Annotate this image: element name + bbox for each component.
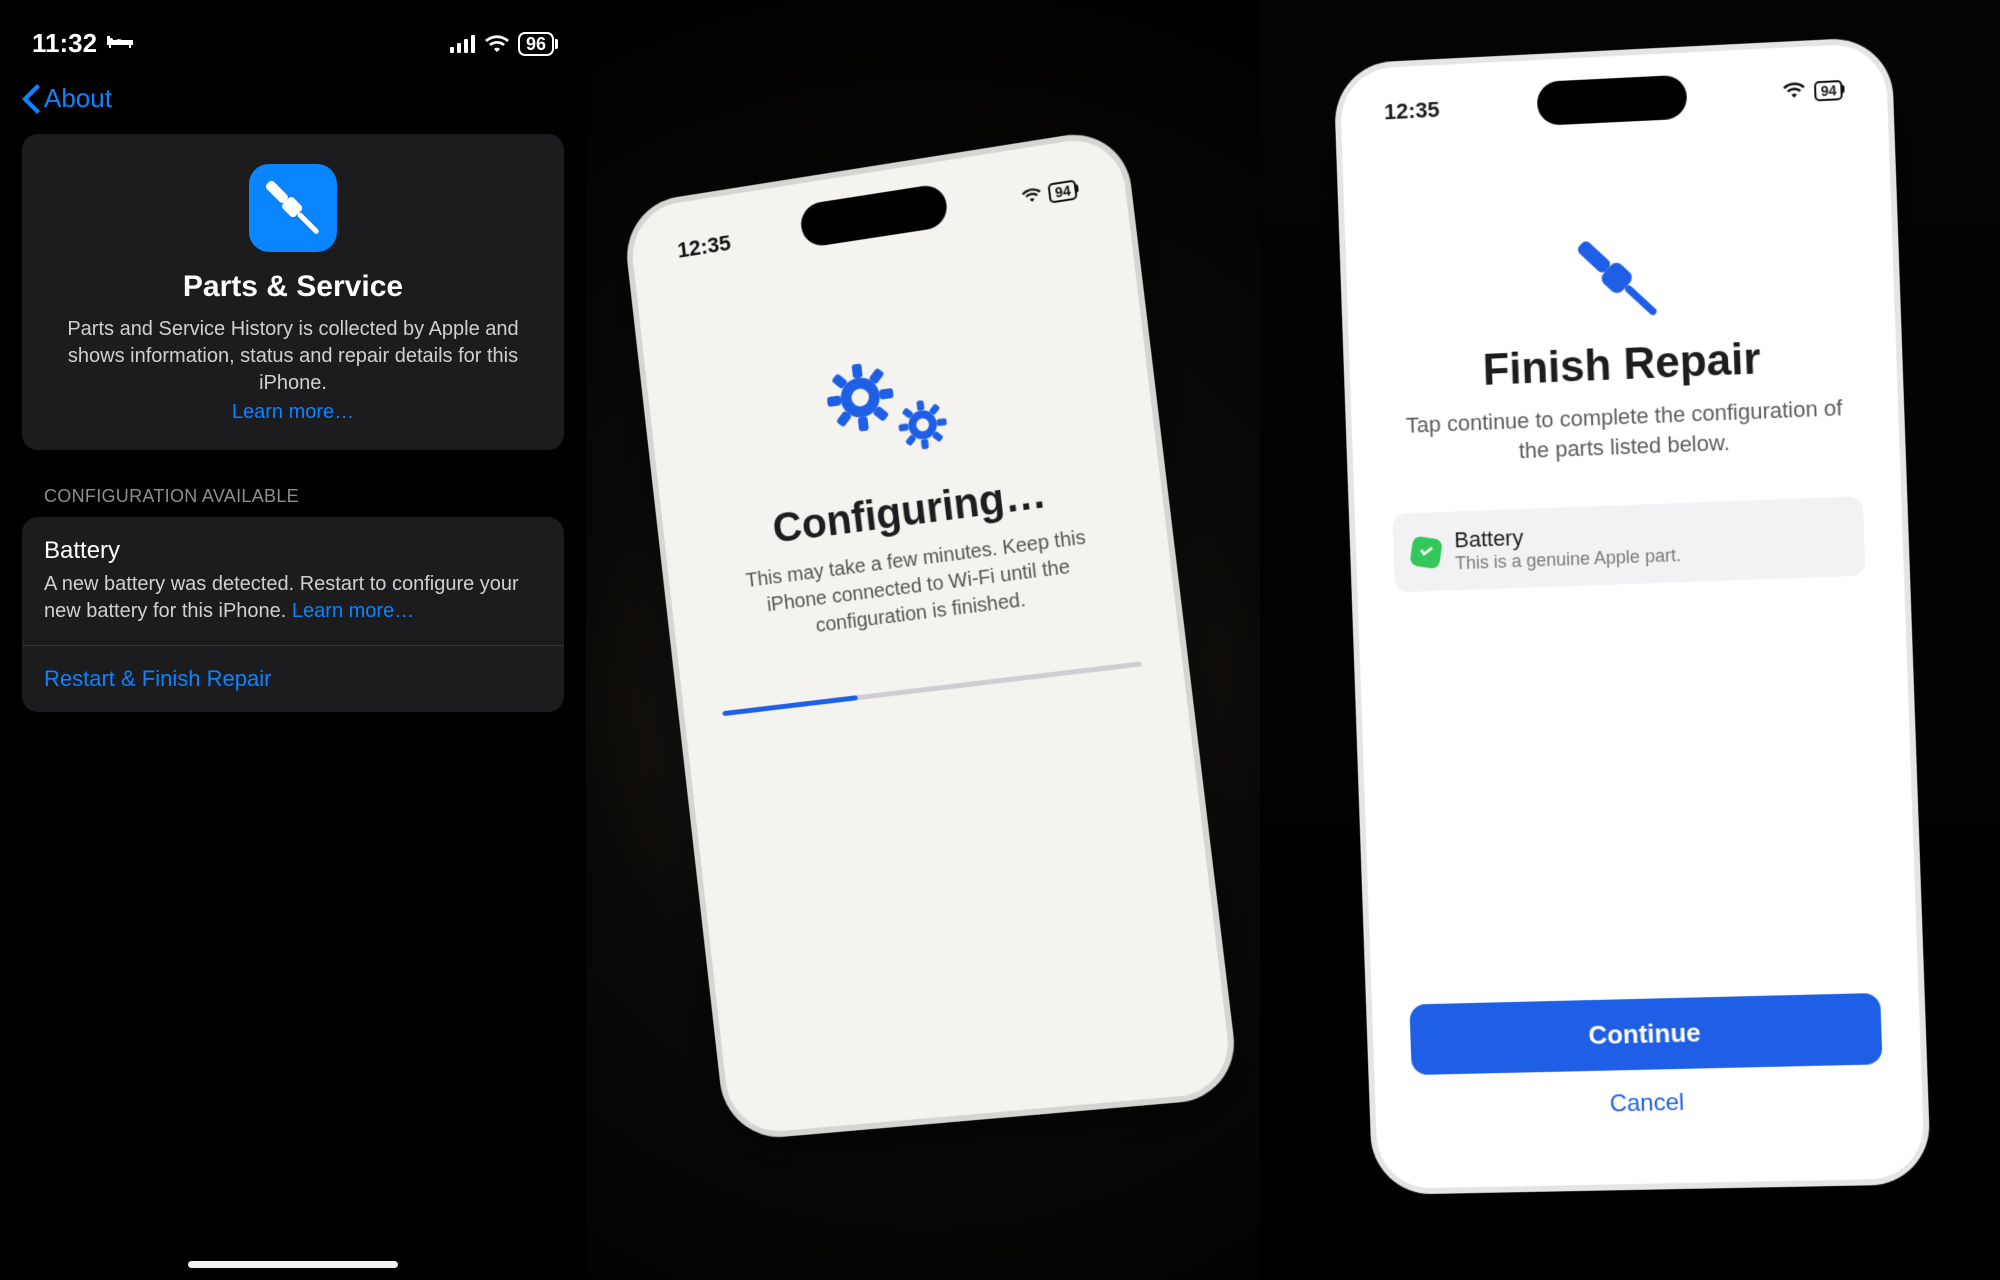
section-header: CONFIGURATION AVAILABLE xyxy=(44,486,564,507)
finish-repair-photo: 12:35 94 Finish Repair Tap continue to c… xyxy=(1260,0,2000,1280)
status-bar: 11:32 96 xyxy=(22,0,564,59)
back-label: About xyxy=(44,83,112,114)
progress-bar xyxy=(722,661,1142,716)
wifi-icon xyxy=(1782,79,1807,106)
restart-finish-repair-button[interactable]: Restart & Finish Repair xyxy=(22,646,564,712)
row-body: A new battery was detected. Restart to c… xyxy=(44,571,542,625)
screwdriver-icon xyxy=(1382,213,1856,344)
checkmark-badge-icon xyxy=(1409,536,1442,570)
status-time: 11:32 xyxy=(32,28,97,59)
phone-frame: 12:35 94 Finish Repair Tap continue to c… xyxy=(1333,36,1931,1195)
card-title: Parts & Service xyxy=(46,270,540,304)
screwdriver-icon xyxy=(249,164,337,252)
home-indicator[interactable] xyxy=(188,1261,398,1268)
part-card: Battery This is a genuine Apple part. xyxy=(1392,496,1865,592)
wifi-icon xyxy=(1020,182,1045,211)
configuring-photo: 12:35 94 xyxy=(586,0,1260,1280)
parts-service-card: Parts & Service Parts and Service Histor… xyxy=(22,134,564,450)
status-time: 12:35 xyxy=(1384,97,1440,126)
back-button[interactable]: About xyxy=(22,83,564,114)
settings-parts-service-screen: 11:32 96 About Parts & Service Parts and… xyxy=(0,0,586,1280)
configuration-list: Battery A new battery was detected. Rest… xyxy=(22,517,564,712)
bed-icon xyxy=(105,28,135,59)
row-learn-more-link[interactable]: Learn more… xyxy=(292,600,414,622)
cancel-button[interactable]: Cancel xyxy=(1369,1083,1929,1123)
dynamic-island xyxy=(1537,75,1688,126)
wifi-icon xyxy=(484,34,510,54)
cellular-icon xyxy=(450,35,476,53)
learn-more-link[interactable]: Learn more… xyxy=(46,401,540,424)
chevron-left-icon xyxy=(22,84,40,114)
continue-button[interactable]: Continue xyxy=(1409,993,1882,1075)
finish-repair-description: Tap continue to complete the configurati… xyxy=(1389,392,1862,470)
battery-indicator: 94 xyxy=(1814,80,1843,101)
battery-indicator: 96 xyxy=(518,32,554,56)
battery-indicator: 94 xyxy=(1048,179,1078,203)
row-title: Battery xyxy=(44,537,542,565)
card-description: Parts and Service History is collected b… xyxy=(46,316,540,397)
phone-frame: 12:35 94 xyxy=(621,126,1241,1142)
progress-fill xyxy=(722,695,858,716)
battery-config-row: Battery A new battery was detected. Rest… xyxy=(22,517,564,645)
dynamic-island xyxy=(799,183,949,249)
status-time: 12:35 xyxy=(676,230,732,263)
